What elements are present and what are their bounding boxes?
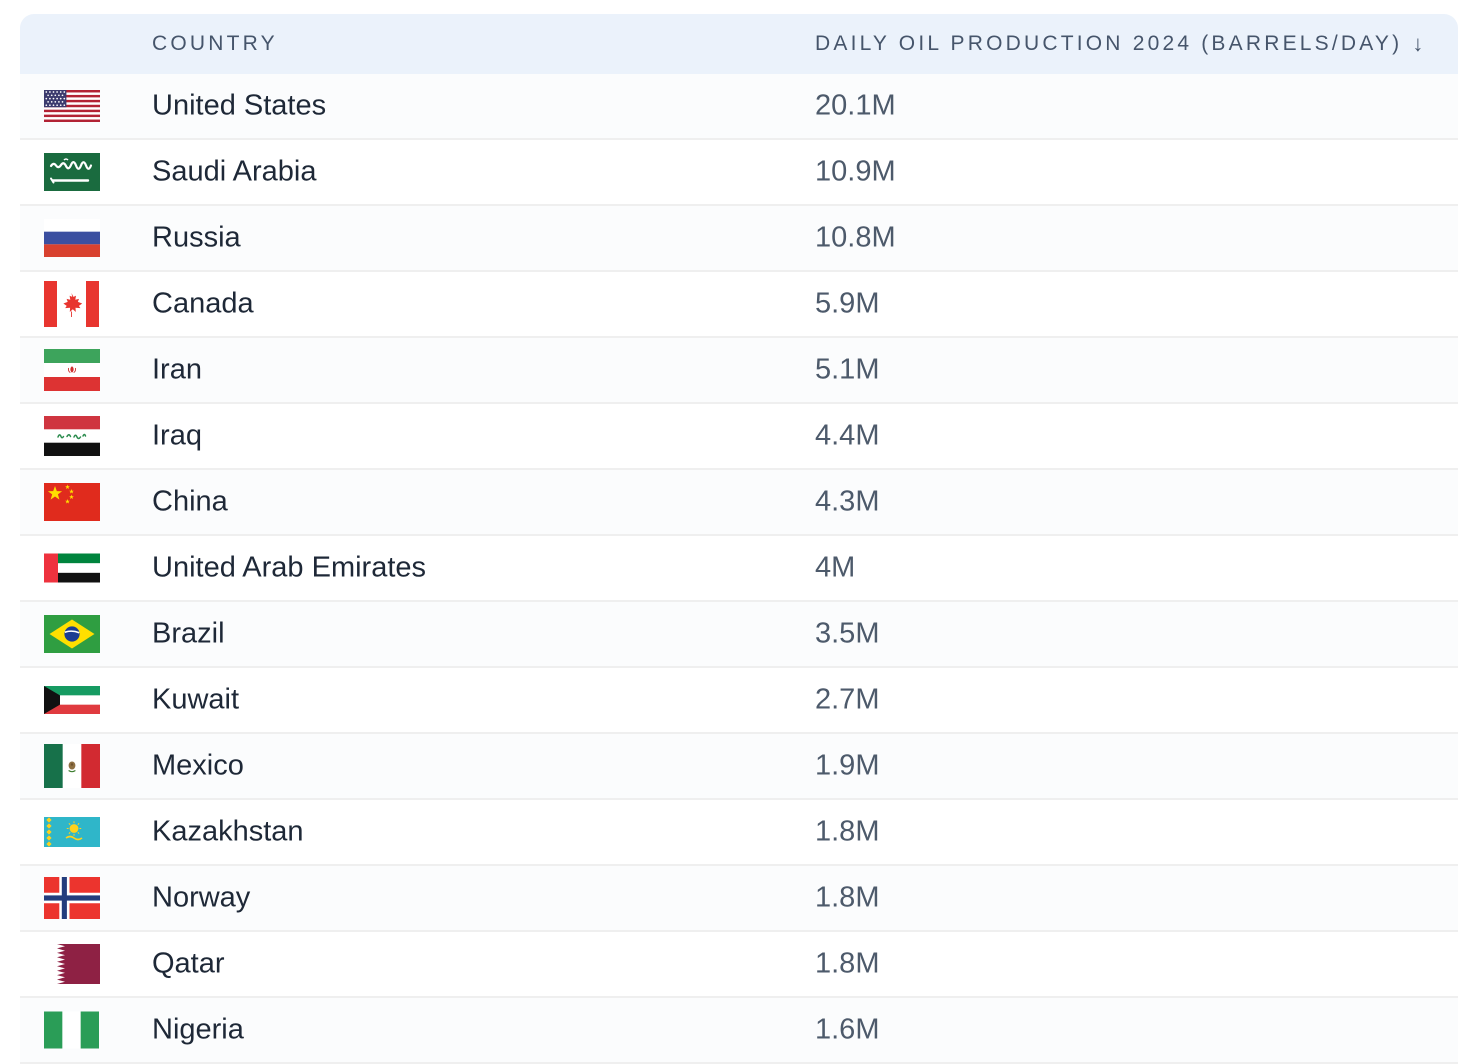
table-row: United Arab Emirates 4M	[20, 536, 1458, 602]
production-value: 1.8M	[815, 948, 879, 981]
flag-kw-icon	[44, 686, 100, 714]
country-name: United States	[152, 90, 326, 123]
production-value: 5.1M	[815, 354, 879, 387]
country-name: Canada	[152, 288, 254, 321]
production-value: 2.7M	[815, 684, 879, 717]
table-row: Mexico 1.9M	[20, 734, 1458, 800]
table-row: Kuwait 2.7M	[20, 668, 1458, 734]
table-body: United States 20.1M Saudi Arabia 10.9M R…	[20, 74, 1458, 1064]
production-value: 1.8M	[815, 882, 879, 915]
flag-mx-icon	[44, 744, 100, 788]
production-value: 1.8M	[815, 816, 879, 849]
flag-ng-icon	[44, 1012, 100, 1049]
flag-ru-icon	[44, 219, 100, 257]
flag-iq-icon	[44, 416, 100, 456]
table-row: Russia 10.8M	[20, 206, 1458, 272]
column-header-country[interactable]: COUNTRY	[152, 32, 278, 56]
flag-sa-icon	[44, 153, 100, 191]
production-value: 5.9M	[815, 288, 879, 321]
flag-us-icon	[44, 90, 100, 122]
production-value: 4M	[815, 552, 855, 585]
country-name: Saudi Arabia	[152, 156, 316, 189]
country-name: Qatar	[152, 948, 225, 981]
flag-no-icon	[44, 877, 100, 919]
production-value: 1.9M	[815, 750, 879, 783]
table-row: Qatar 1.8M	[20, 932, 1458, 998]
country-name: Kuwait	[152, 684, 239, 717]
flag-br-icon	[44, 615, 100, 653]
table-row: Kazakhstan 1.8M	[20, 800, 1458, 866]
country-name: Norway	[152, 882, 250, 915]
production-value: 3.5M	[815, 618, 879, 651]
flag-ae-icon	[44, 554, 100, 583]
flag-cn-icon	[44, 483, 100, 521]
production-value: 10.8M	[815, 222, 896, 255]
table-row: Brazil 3.5M	[20, 602, 1458, 668]
table-row: China 4.3M	[20, 470, 1458, 536]
country-name: Brazil	[152, 618, 225, 651]
country-name: Mexico	[152, 750, 244, 783]
table-row: Iraq 4.4M	[20, 404, 1458, 470]
sort-descending-icon: ↓	[1412, 31, 1423, 57]
column-header-production-label: DAILY OIL PRODUCTION 2024 (BARRELS/DAY)	[815, 32, 1402, 56]
flag-ir-icon	[44, 349, 100, 391]
flag-qa-icon	[44, 944, 100, 984]
production-value: 20.1M	[815, 90, 896, 123]
country-name: Iran	[152, 354, 202, 387]
flag-kz-icon	[44, 817, 100, 847]
column-header-production[interactable]: DAILY OIL PRODUCTION 2024 (BARRELS/DAY) …	[815, 31, 1423, 57]
table-header-row: COUNTRY DAILY OIL PRODUCTION 2024 (BARRE…	[20, 14, 1458, 74]
oil-production-table: COUNTRY DAILY OIL PRODUCTION 2024 (BARRE…	[20, 14, 1458, 1064]
table-row: Norway 1.8M	[20, 866, 1458, 932]
country-name: Russia	[152, 222, 241, 255]
production-value: 4.3M	[815, 486, 879, 519]
production-value: 1.6M	[815, 1014, 879, 1047]
country-name: Kazakhstan	[152, 816, 304, 849]
table-row: Nigeria 1.6M	[20, 998, 1458, 1064]
country-name: Iraq	[152, 420, 202, 453]
country-name: United Arab Emirates	[152, 552, 426, 585]
production-value: 10.9M	[815, 156, 896, 189]
country-name: China	[152, 486, 228, 519]
production-value: 4.4M	[815, 420, 879, 453]
flag-ca-icon	[44, 281, 100, 327]
table-row: Canada 5.9M	[20, 272, 1458, 338]
table-row: United States 20.1M	[20, 74, 1458, 140]
table-row: Saudi Arabia 10.9M	[20, 140, 1458, 206]
table-row: Iran 5.1M	[20, 338, 1458, 404]
country-name: Nigeria	[152, 1014, 244, 1047]
